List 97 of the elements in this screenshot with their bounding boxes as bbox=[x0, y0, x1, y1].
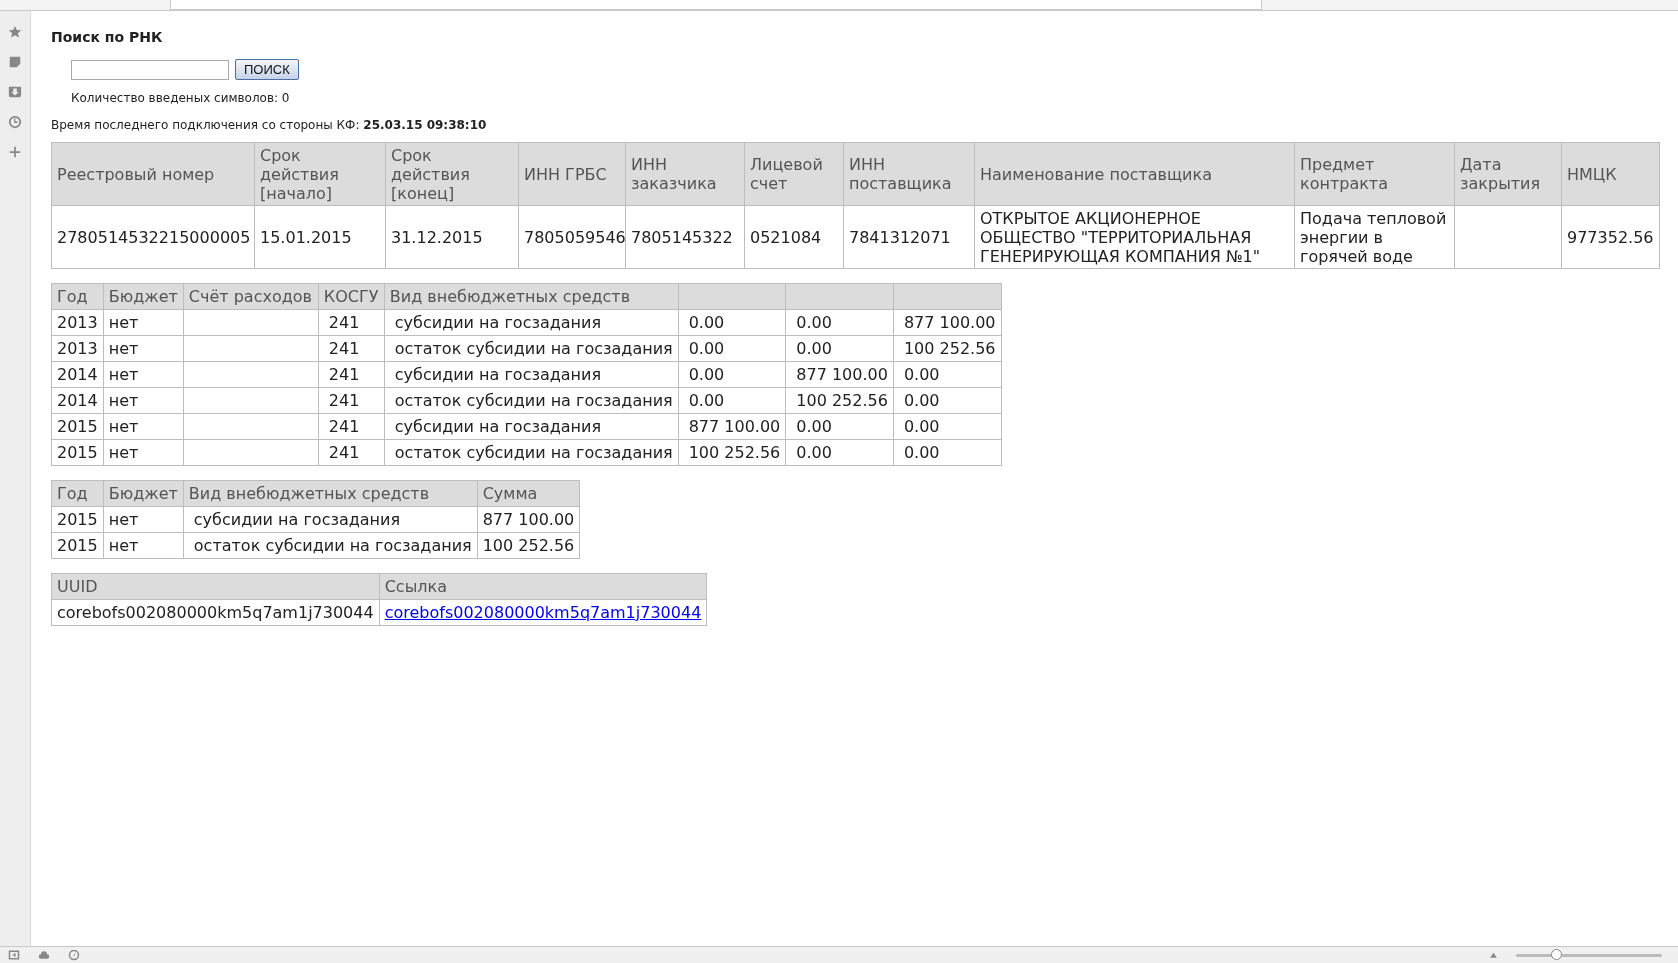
cloud-icon[interactable] bbox=[38, 949, 50, 961]
table-cell: 100 252.56 bbox=[477, 532, 580, 559]
table-cell: остаток субсидии на госзадания bbox=[384, 335, 679, 362]
table-cell: 877 100.00 bbox=[678, 413, 786, 440]
table-cell: нет bbox=[103, 335, 184, 362]
table-cell: субсидии на госзадания bbox=[384, 413, 679, 440]
column-header: Вид внебюджетных средств bbox=[384, 283, 679, 310]
table-cell: 0.00 bbox=[893, 439, 1001, 466]
table-cell: 241 bbox=[318, 335, 385, 362]
table-cell: нет bbox=[103, 387, 184, 414]
gauge-icon[interactable] bbox=[68, 949, 80, 961]
column-header: ИНН ГРБС bbox=[518, 142, 626, 206]
table-cell: субсидии на госзадания bbox=[384, 361, 679, 388]
table-cell: нет bbox=[103, 532, 184, 559]
table-cell: 241 bbox=[318, 309, 385, 336]
table-cell: 2015 bbox=[51, 439, 104, 466]
table-cell: 877 100.00 bbox=[785, 361, 894, 388]
table-cell: 0.00 bbox=[678, 309, 786, 336]
table-cell: 0.00 bbox=[678, 335, 786, 362]
table-cell: 977352.56 bbox=[1561, 205, 1660, 269]
column-header: Предмет контракта bbox=[1294, 142, 1455, 206]
table-cell: нет bbox=[103, 439, 184, 466]
table-cell: нет bbox=[103, 361, 184, 388]
column-header: Реестровый номер bbox=[51, 142, 255, 206]
table-cell: 2015 bbox=[51, 413, 104, 440]
column-header: Срок действия [начало] bbox=[254, 142, 386, 206]
search-field[interactable] bbox=[71, 59, 229, 80]
column-header: НМЦК bbox=[1561, 142, 1660, 206]
panel-icon[interactable] bbox=[8, 949, 20, 961]
table-cell: 877 100.00 bbox=[477, 506, 580, 533]
table-cell: нет bbox=[103, 309, 184, 336]
plus-icon[interactable] bbox=[8, 145, 22, 159]
table-cell: остаток субсидии на госзадания bbox=[384, 439, 679, 466]
table-cell: 2014 bbox=[51, 387, 104, 414]
page-heading: Поиск по РНК bbox=[51, 29, 163, 45]
table-cell: corebofs002080000km5q7am1j730044 bbox=[51, 599, 380, 626]
table-cell: 2013 bbox=[51, 335, 104, 362]
column-header: UUID bbox=[51, 573, 380, 600]
table-cell: 100 252.56 bbox=[678, 439, 786, 466]
table-cell: 2013 bbox=[51, 309, 104, 336]
table-cell: 2780514532215000005 bbox=[51, 205, 255, 269]
table-cell: 241 bbox=[318, 361, 385, 388]
table-cell: 877 100.00 bbox=[893, 309, 1001, 336]
table-cell: Подача тепловой энергии в горячей воде bbox=[1294, 205, 1455, 269]
clock-icon[interactable] bbox=[8, 115, 22, 129]
search-button[interactable]: ПОИСК bbox=[235, 59, 299, 80]
column-header: Ссылка bbox=[379, 573, 707, 600]
table-cell: 2014 bbox=[51, 361, 104, 388]
table-cell: 0.00 bbox=[893, 361, 1001, 388]
column-header: Дата закрытия bbox=[1454, 142, 1562, 206]
column-header: Год bbox=[51, 283, 104, 310]
table-cell: 0.00 bbox=[785, 309, 894, 336]
table-cell: 241 bbox=[318, 387, 385, 414]
table-cell: 0.00 bbox=[785, 335, 894, 362]
column-header: Бюджет bbox=[103, 480, 184, 507]
table-cell: 0.00 bbox=[678, 387, 786, 414]
table-cell: 7805059546 bbox=[518, 205, 626, 269]
column-header: ИНН поставщика bbox=[843, 142, 975, 206]
table-cell: 2015 bbox=[51, 506, 104, 533]
column-header: Счёт расходов bbox=[183, 283, 319, 310]
column-header: Наименование поставщика bbox=[974, 142, 1295, 206]
table-cell: остаток субсидии на госзадания bbox=[183, 532, 478, 559]
column-header: КОСГУ bbox=[318, 283, 385, 310]
table-cell: субсидии на госзадания bbox=[183, 506, 478, 533]
table-cell: 0.00 bbox=[893, 413, 1001, 440]
star-icon[interactable] bbox=[8, 25, 22, 39]
column-header: Вид внебюджетных средств bbox=[183, 480, 478, 507]
table-cell: 0.00 bbox=[785, 413, 894, 440]
table-cell: ОТКРЫТОЕ АКЦИОНЕРНОЕ ОБЩЕСТВО "ТЕРРИТОРИАЛЬНАЯ ГЕНЕРИРУЮЩАЯ КОМПАНИЯ №1" bbox=[974, 205, 1295, 269]
char-count-text: Количество введеных символов: 0 bbox=[71, 91, 290, 105]
table-cell: 31.12.2015 bbox=[385, 205, 519, 269]
column-header: ИНН заказчика bbox=[625, 142, 745, 206]
note-icon[interactable] bbox=[8, 55, 22, 69]
column-header: Бюджет bbox=[103, 283, 184, 310]
table-cell: 7805145322 bbox=[625, 205, 745, 269]
table-cell: субсидии на госзадания bbox=[384, 309, 679, 336]
table-cell: 241 bbox=[318, 439, 385, 466]
table-cell: 2015 bbox=[51, 532, 104, 559]
table-cell: 241 bbox=[318, 413, 385, 440]
column-header: Лицевой счет bbox=[744, 142, 844, 206]
table-cell: 0.00 bbox=[893, 387, 1001, 414]
table-cell: 100 252.56 bbox=[893, 335, 1001, 362]
last-connection-text: Время последнего подключения со стороны КФ: 25.03.15 09:38:10 bbox=[51, 118, 487, 132]
table-cell: 0.00 bbox=[785, 439, 894, 466]
column-header: Сумма bbox=[477, 480, 580, 507]
table-cell: остаток субсидии на госзадания bbox=[384, 387, 679, 414]
up-arrow-icon[interactable] bbox=[1489, 950, 1498, 960]
table-cell: 0521084 bbox=[744, 205, 844, 269]
table-cell: 15.01.2015 bbox=[254, 205, 386, 269]
column-header: Год bbox=[51, 480, 104, 507]
table-cell: нет bbox=[103, 413, 184, 440]
table-cell: 100 252.56 bbox=[785, 387, 894, 414]
table-cell: 7841312071 bbox=[843, 205, 975, 269]
table-cell: 0.00 bbox=[678, 361, 786, 388]
column-header: Срок действия [конец] bbox=[385, 142, 519, 206]
download-icon[interactable] bbox=[8, 85, 22, 99]
table-cell: нет bbox=[103, 506, 184, 533]
